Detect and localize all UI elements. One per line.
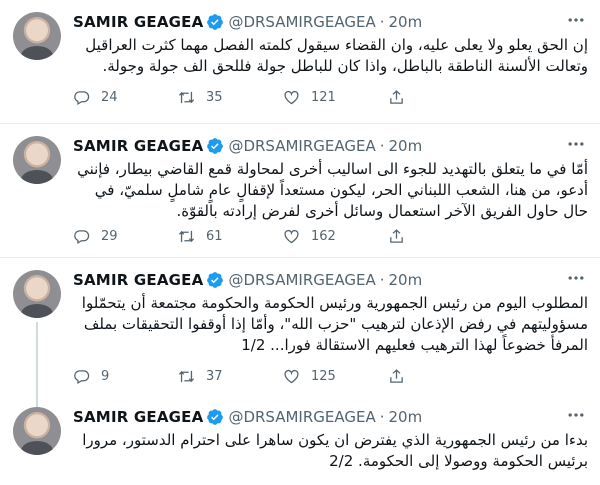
reply-button[interactable]: 9: [73, 366, 178, 386]
author-handle[interactable]: @DRSAMIRGEAGEA: [228, 271, 375, 289]
tweet-actions: 24 35 121: [73, 87, 493, 107]
retweet-count: 35: [206, 89, 223, 105]
more-icon[interactable]: [566, 10, 588, 32]
verified-badge-icon: [207, 272, 224, 288]
retweet-count: 37: [206, 368, 223, 384]
retweet-count: 61: [206, 228, 223, 244]
author-handle[interactable]: @DRSAMIRGEAGEA: [228, 13, 375, 31]
author-name[interactable]: SAMIR GEAGEA: [73, 13, 203, 31]
timestamp[interactable]: 20m: [389, 13, 423, 31]
separator: ·: [379, 137, 385, 155]
like-count: 125: [311, 368, 336, 384]
retweet-button[interactable]: 61: [178, 226, 283, 246]
retweet-button[interactable]: 37: [178, 366, 283, 386]
share-button[interactable]: [388, 366, 493, 386]
tweet-header: SAMIR GEAGEA @DRSAMIRGEAGEA · 20m: [73, 136, 588, 156]
like-button[interactable]: 125: [283, 366, 388, 386]
share-button[interactable]: [388, 226, 493, 246]
retweet-icon: [178, 230, 195, 242]
author-name[interactable]: SAMIR GEAGEA: [73, 271, 203, 289]
reply-count: 9: [101, 368, 110, 384]
more-icon[interactable]: [566, 134, 588, 156]
verified-badge-icon: [207, 14, 224, 30]
separator: ·: [379, 408, 385, 426]
retweet-icon: [178, 91, 195, 103]
like-icon: [284, 90, 299, 104]
author-handle[interactable]: @DRSAMIRGEAGEA: [228, 408, 375, 426]
tweet-actions: 9 37 125: [73, 366, 493, 386]
tweet-3[interactable]: SAMIR GEAGEA @DRSAMIRGEAGEA · 20m المطلو…: [0, 258, 600, 395]
more-icon[interactable]: [566, 405, 588, 427]
tweet-2[interactable]: SAMIR GEAGEA @DRSAMIRGEAGEA · 20m أمّا ف…: [0, 124, 600, 258]
author-name[interactable]: SAMIR GEAGEA: [73, 137, 203, 155]
verified-badge-icon: [207, 409, 224, 425]
verified-badge-icon: [207, 138, 224, 154]
avatar[interactable]: [13, 136, 61, 184]
separator: ·: [379, 271, 385, 289]
share-button[interactable]: [388, 87, 493, 107]
timestamp[interactable]: 20m: [389, 137, 423, 155]
separator: ·: [379, 13, 385, 31]
reply-icon: [74, 369, 90, 384]
tweet-1[interactable]: SAMIR GEAGEA @DRSAMIRGEAGEA · 20m إن الح…: [0, 0, 600, 124]
author-handle[interactable]: @DRSAMIRGEAGEA: [228, 137, 375, 155]
share-icon: [390, 228, 403, 243]
tweet-actions: 29 61 162: [73, 226, 493, 246]
tweet-text: المطلوب اليوم من رئيس الجمهورية ورئيس ال…: [81, 294, 588, 354]
reply-count: 24: [101, 89, 118, 105]
share-icon: [390, 368, 403, 383]
tweet-4[interactable]: SAMIR GEAGEA @DRSAMIRGEAGEA · 20m بدءا م…: [0, 395, 600, 485]
like-icon: [284, 229, 299, 243]
like-icon: [284, 369, 299, 383]
retweet-button[interactable]: 35: [178, 87, 283, 107]
tweet-text: أمّا في ما يتعلق بالتهديد للجوء الى اسال…: [77, 160, 588, 220]
avatar[interactable]: [13, 12, 61, 60]
tweet-header: SAMIR GEAGEA @DRSAMIRGEAGEA · 20m: [73, 12, 588, 32]
like-count: 162: [311, 228, 336, 244]
more-icon[interactable]: [566, 268, 588, 290]
avatar[interactable]: [13, 270, 61, 318]
like-count: 121: [311, 89, 336, 105]
tweet-text: إن الحق يعلو ولا يعلى عليه، وان القضاء س…: [85, 36, 588, 75]
tweet-text: بدءا من رئيس الجمهورية الذي يفترض ان يكو…: [82, 431, 588, 470]
share-icon: [390, 89, 403, 104]
like-button[interactable]: 121: [283, 87, 388, 107]
thread-connector: [36, 395, 38, 407]
reply-button[interactable]: 29: [73, 226, 178, 246]
thread-connector: [36, 322, 38, 395]
reply-icon: [74, 229, 90, 244]
reply-button[interactable]: 24: [73, 87, 178, 107]
avatar[interactable]: [13, 407, 61, 455]
timestamp[interactable]: 20m: [389, 271, 423, 289]
reply-icon: [74, 90, 90, 105]
tweet-header: SAMIR GEAGEA @DRSAMIRGEAGEA · 20m: [73, 270, 588, 290]
author-name[interactable]: SAMIR GEAGEA: [73, 408, 203, 426]
retweet-icon: [178, 370, 195, 382]
timestamp[interactable]: 20m: [389, 408, 423, 426]
like-button[interactable]: 162: [283, 226, 388, 246]
reply-count: 29: [101, 228, 118, 244]
tweet-header: SAMIR GEAGEA @DRSAMIRGEAGEA · 20m: [73, 407, 588, 427]
